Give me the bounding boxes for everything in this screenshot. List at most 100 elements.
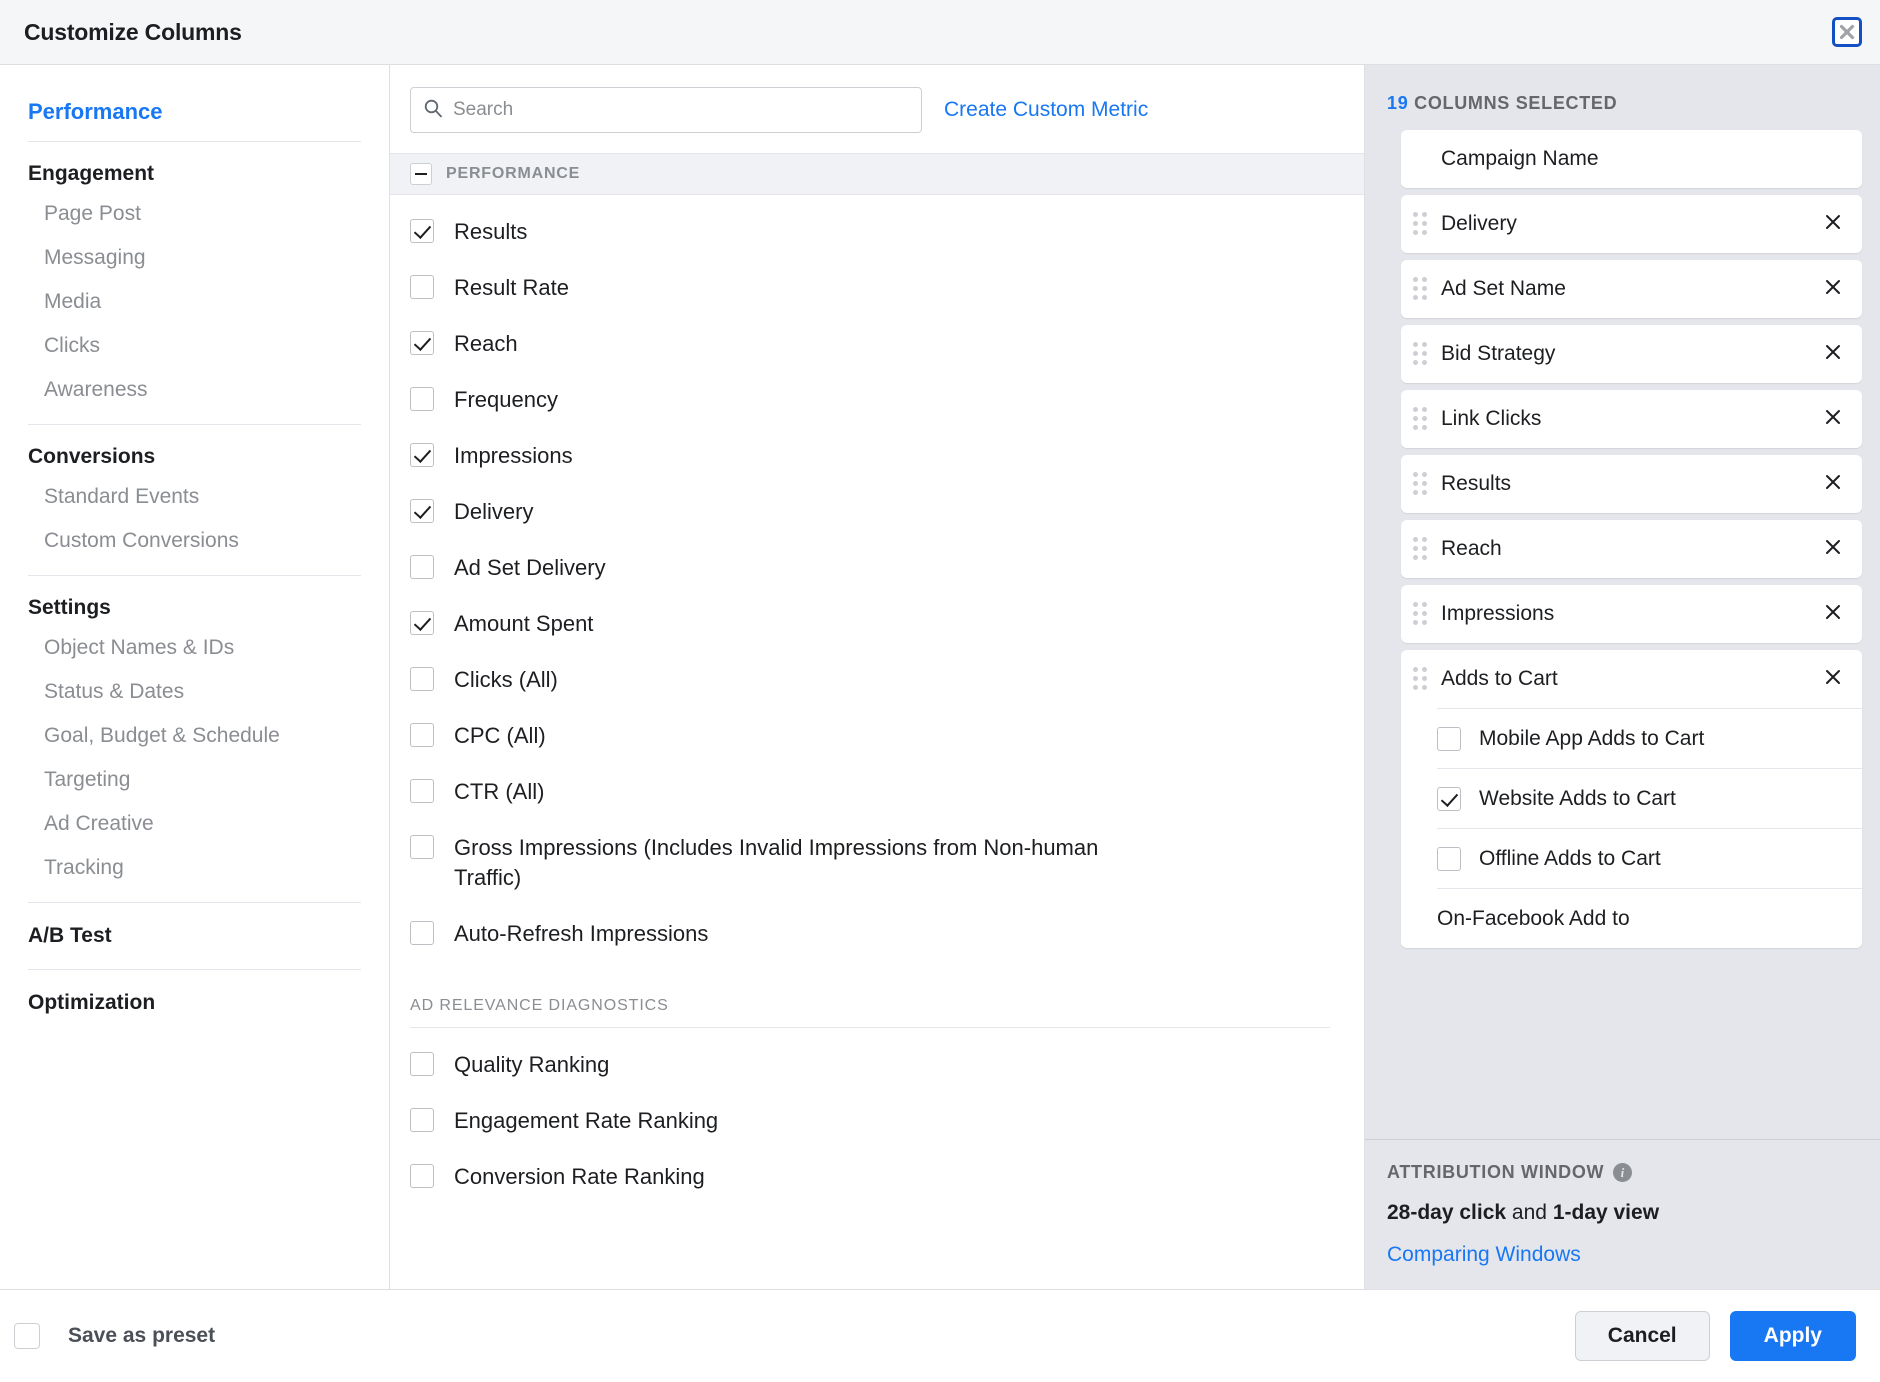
drag-handle-icon[interactable] — [1413, 277, 1431, 301]
metric-row[interactable]: Engagement Rate Ranking — [390, 1106, 1364, 1136]
drag-handle-icon[interactable] — [1413, 667, 1431, 691]
metric-row[interactable]: Impressions — [390, 441, 1364, 471]
attribution-title: ATTRIBUTION WINDOW — [1387, 1162, 1604, 1183]
sidebar-item-performance[interactable]: Performance — [0, 85, 389, 141]
remove-column-button[interactable] — [1820, 471, 1846, 497]
sidebar-item-standard-events[interactable]: Standard Events — [0, 475, 389, 519]
sidebar-item-awareness[interactable]: Awareness — [0, 368, 389, 412]
attribution-title-row: ATTRIBUTION WINDOW i — [1387, 1162, 1858, 1183]
drag-handle-icon[interactable] — [1413, 407, 1431, 431]
metric-row[interactable]: Delivery — [390, 497, 1364, 527]
remove-column-button[interactable] — [1820, 536, 1846, 562]
metric-checkbox[interactable] — [410, 1164, 434, 1188]
metric-row[interactable]: Ad Set Delivery — [390, 553, 1364, 583]
metric-checkbox[interactable] — [410, 779, 434, 803]
sidebar-item-tracking[interactable]: Tracking — [0, 846, 389, 890]
drag-handle-icon[interactable] — [1413, 342, 1431, 366]
sidebar-item-ad-creative[interactable]: Ad Creative — [0, 802, 389, 846]
sidebar-item-media[interactable]: Media — [0, 280, 389, 324]
metric-checkbox[interactable] — [410, 1108, 434, 1132]
sidebar-item-ab-test[interactable]: A/B Test — [0, 903, 389, 969]
sidebar-item-messaging[interactable]: Messaging — [0, 236, 389, 280]
comparing-windows-link[interactable]: Comparing Windows — [1387, 1243, 1858, 1267]
metric-checkbox[interactable] — [410, 387, 434, 411]
metric-checkbox[interactable] — [410, 219, 434, 243]
sidebar-item-targeting[interactable]: Targeting — [0, 758, 389, 802]
metric-row[interactable]: Amount Spent — [390, 609, 1364, 639]
sidebar-item-status-dates[interactable]: Status & Dates — [0, 670, 389, 714]
metric-checkbox[interactable] — [410, 723, 434, 747]
metric-row[interactable]: Quality Ranking — [390, 1050, 1364, 1080]
list-item[interactable]: Campaign Name — [1401, 130, 1862, 188]
drag-handle-icon[interactable] — [1413, 212, 1431, 236]
list-item[interactable]: Reach — [1401, 520, 1862, 578]
remove-column-button[interactable] — [1820, 601, 1846, 627]
metric-checkbox[interactable] — [410, 1052, 434, 1076]
metric-row[interactable]: Conversion Rate Ranking — [390, 1162, 1364, 1192]
drag-handle-icon[interactable] — [1413, 537, 1431, 561]
drag-handle-icon[interactable] — [1413, 602, 1431, 626]
metric-checkbox[interactable] — [410, 921, 434, 945]
search-box[interactable] — [410, 87, 922, 133]
metric-checkbox[interactable] — [410, 835, 434, 859]
metric-row[interactable]: Gross Impressions (Includes Invalid Impr… — [390, 833, 1364, 893]
metric-checkbox[interactable] — [410, 331, 434, 355]
apply-button[interactable]: Apply — [1730, 1311, 1856, 1361]
sidebar-item-optimization[interactable]: Optimization — [0, 970, 389, 1036]
remove-column-button[interactable] — [1820, 406, 1846, 432]
remove-column-button[interactable] — [1820, 666, 1846, 692]
sub-option-checkbox[interactable] — [1437, 727, 1461, 751]
metric-checkbox[interactable] — [410, 667, 434, 691]
section-header-performance[interactable]: PERFORMANCE — [390, 153, 1364, 195]
metric-checkbox[interactable] — [410, 611, 434, 635]
sub-option-row[interactable]: On-Facebook Add to — [1437, 888, 1862, 948]
sidebar-heading-settings: Settings — [0, 576, 389, 626]
search-row: Create Custom Metric — [390, 65, 1364, 153]
metric-label: Results — [454, 217, 527, 247]
sub-option-label: On-Facebook Add to — [1437, 907, 1630, 931]
sidebar-item-clicks[interactable]: Clicks — [0, 324, 389, 368]
list-item[interactable]: Impressions — [1401, 585, 1862, 643]
metric-row[interactable]: CPC (All) — [390, 721, 1364, 751]
metric-row[interactable]: Clicks (All) — [390, 665, 1364, 695]
metric-row[interactable]: Result Rate — [390, 273, 1364, 303]
save-as-preset-checkbox[interactable] — [14, 1323, 40, 1349]
metric-row[interactable]: Results — [390, 217, 1364, 247]
sub-option-row[interactable]: Website Adds to Cart — [1437, 768, 1862, 828]
sidebar-item-page-post[interactable]: Page Post — [0, 192, 389, 236]
list-item[interactable]: Link Clicks — [1401, 390, 1862, 448]
selected-count: 19 — [1387, 93, 1408, 113]
sub-option-checkbox[interactable] — [1437, 847, 1461, 871]
remove-column-button[interactable] — [1820, 276, 1846, 302]
sub-option-checkbox[interactable] — [1437, 787, 1461, 811]
dialog-body: Performance Engagement Page Post Messagi… — [0, 65, 1880, 1290]
sub-option-row[interactable]: Offline Adds to Cart — [1437, 828, 1862, 888]
remove-column-button[interactable] — [1820, 341, 1846, 367]
sidebar-item-object-names-ids[interactable]: Object Names & IDs — [0, 626, 389, 670]
sidebar-item-goal-budget-schedule[interactable]: Goal, Budget & Schedule — [0, 714, 389, 758]
list-item-expanded[interactable]: Adds to Cart Mobile App Adds to Cart — [1401, 650, 1862, 948]
list-item[interactable]: Bid Strategy — [1401, 325, 1862, 383]
sub-option-row[interactable]: Mobile App Adds to Cart — [1437, 708, 1862, 768]
metric-checkbox[interactable] — [410, 275, 434, 299]
list-item[interactable]: Ad Set Name — [1401, 260, 1862, 318]
metric-checkbox[interactable] — [410, 555, 434, 579]
list-item[interactable]: Delivery — [1401, 195, 1862, 253]
metric-row[interactable]: CTR (All) — [390, 777, 1364, 807]
metric-row[interactable]: Auto-Refresh Impressions — [390, 919, 1364, 949]
cancel-button[interactable]: Cancel — [1575, 1311, 1710, 1361]
create-custom-metric-link[interactable]: Create Custom Metric — [944, 98, 1148, 122]
metric-row[interactable]: Reach — [390, 329, 1364, 359]
metric-checkbox[interactable] — [410, 443, 434, 467]
save-as-preset-control[interactable]: Save as preset — [8, 1323, 215, 1349]
info-icon[interactable]: i — [1613, 1163, 1632, 1182]
remove-column-button[interactable] — [1820, 211, 1846, 237]
sidebar-item-custom-conversions[interactable]: Custom Conversions — [0, 519, 389, 563]
list-item[interactable]: Results — [1401, 455, 1862, 513]
drag-handle-icon[interactable] — [1413, 472, 1431, 496]
close-button[interactable] — [1832, 17, 1862, 47]
search-input[interactable] — [453, 99, 909, 121]
collapse-toggle-icon[interactable] — [410, 163, 432, 185]
metric-row[interactable]: Frequency — [390, 385, 1364, 415]
metric-checkbox[interactable] — [410, 499, 434, 523]
